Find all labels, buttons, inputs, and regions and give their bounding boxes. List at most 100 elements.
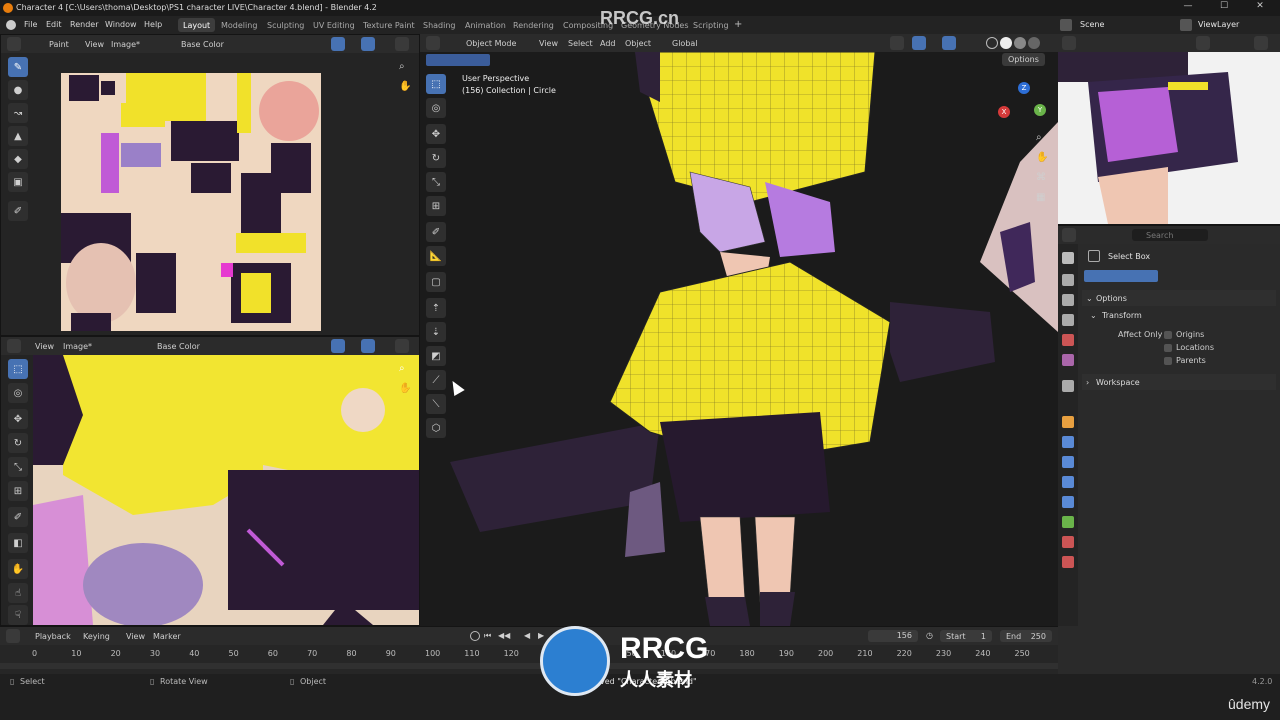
selection-mode-buttons[interactable] xyxy=(1084,270,1158,282)
overlay-icon[interactable] xyxy=(942,36,956,50)
draw-brush-icon[interactable]: ✎ xyxy=(8,57,28,77)
visibility-icon[interactable] xyxy=(890,36,904,50)
jump-start-icon[interactable]: ⏮ xyxy=(484,631,491,641)
bevel-icon[interactable]: ◩ xyxy=(426,346,446,366)
tab-shading[interactable]: Shading xyxy=(418,18,461,32)
mask-brush-icon[interactable]: ▣ xyxy=(8,172,28,192)
texture-tab-icon[interactable] xyxy=(1062,556,1074,568)
menu-view[interactable]: View xyxy=(35,342,54,351)
marker-menu[interactable]: Marker xyxy=(153,632,181,641)
editor-type-icon[interactable] xyxy=(7,37,21,51)
measure-icon[interactable]: 📐 xyxy=(426,246,446,266)
annotate-icon[interactable]: ✐ xyxy=(8,507,28,527)
tab-texture-paint[interactable]: Texture Paint xyxy=(358,18,420,32)
loop-cut-icon[interactable]: ⟋ xyxy=(426,370,446,390)
poly-build-icon[interactable]: ⬡ xyxy=(426,418,446,438)
zoom-icon[interactable]: ⌕ xyxy=(399,363,405,374)
display-channels-icon[interactable] xyxy=(395,339,409,353)
world-tab-icon[interactable] xyxy=(1062,354,1074,366)
add-workspace-button[interactable]: + xyxy=(734,19,742,30)
view-menu[interactable]: View xyxy=(126,632,145,641)
record-icon[interactable] xyxy=(470,631,480,641)
zoom-icon[interactable]: ⌕ xyxy=(1036,132,1042,143)
tab-rendering[interactable]: Rendering xyxy=(508,18,559,32)
grid-view-icon[interactable]: ▦ xyxy=(1036,192,1045,203)
menu-object[interactable]: Object xyxy=(625,39,651,48)
output-tab-icon[interactable] xyxy=(1062,294,1074,306)
minimize-button[interactable]: — xyxy=(1170,1,1206,11)
locations-checkbox[interactable]: Locations xyxy=(1164,343,1214,352)
maximize-button[interactable]: ☐ xyxy=(1206,1,1242,11)
tab-animation[interactable]: Animation xyxy=(460,18,511,32)
tab-scripting[interactable]: Scripting xyxy=(688,18,734,32)
fill-brush-icon[interactable]: ◆ xyxy=(8,149,28,169)
menu-select[interactable]: Select xyxy=(568,39,593,48)
menu-view[interactable]: View xyxy=(539,39,558,48)
editor-type-icon[interactable] xyxy=(1062,36,1076,50)
data-tab-icon[interactable] xyxy=(1062,516,1074,528)
gizmo-icon[interactable] xyxy=(361,339,375,353)
tab-modeling[interactable]: Modeling xyxy=(216,18,262,32)
editor-type-icon[interactable] xyxy=(426,36,440,50)
texture-zoom-preview[interactable] xyxy=(33,355,419,625)
annotate-icon[interactable]: ✐ xyxy=(8,201,28,221)
menu-window[interactable]: Window xyxy=(105,20,137,29)
menu-render[interactable]: Render xyxy=(70,20,98,29)
blender-menu-icon[interactable] xyxy=(6,20,16,30)
parents-checkbox[interactable]: Parents xyxy=(1164,356,1206,365)
start-frame-field[interactable]: Start 1 xyxy=(940,630,992,642)
texture-image-preview[interactable] xyxy=(61,73,321,331)
smear-brush-icon[interactable]: ↝ xyxy=(8,103,28,123)
menu-add[interactable]: Add xyxy=(600,39,616,48)
menu-file[interactable]: File xyxy=(24,20,37,29)
select-tool-icon[interactable]: ⬚ xyxy=(8,359,28,379)
end-frame-field[interactable]: End 250 xyxy=(1000,630,1052,642)
cursor-tool-icon[interactable]: ◎ xyxy=(8,383,28,403)
render-tab-icon[interactable] xyxy=(1062,274,1074,286)
rip-tool-icon[interactable]: ◧ xyxy=(8,533,28,553)
knife-icon[interactable]: ⟍ xyxy=(426,394,446,414)
transform-tool-icon[interactable]: ⊞ xyxy=(426,196,446,216)
visibility-icon[interactable] xyxy=(1196,36,1210,50)
frame-track[interactable] xyxy=(0,663,1058,669)
rendered-shading-icon[interactable] xyxy=(1028,37,1040,49)
viewlayer-name[interactable]: ViewLayer xyxy=(1198,20,1239,29)
move-tool-icon[interactable]: ✥ xyxy=(8,409,28,429)
menu-edit[interactable]: Edit xyxy=(46,20,62,29)
axis-x-icon[interactable]: X xyxy=(998,106,1010,118)
pan-hand-icon[interactable]: ✋ xyxy=(1036,152,1048,163)
character-model[interactable] xyxy=(420,52,1058,626)
axis-z-icon[interactable]: Z xyxy=(1018,82,1030,94)
play-reverse-icon[interactable]: ◀ xyxy=(524,631,530,640)
prev-keyframe-icon[interactable]: ◀◀ xyxy=(498,631,510,640)
tab-sculpting[interactable]: Sculpting xyxy=(262,18,309,32)
scene-tab-icon[interactable] xyxy=(1062,334,1074,346)
orientation-dropdown[interactable]: Global xyxy=(672,39,698,48)
menu-view[interactable]: View xyxy=(85,40,104,49)
axis-y-icon[interactable]: Y xyxy=(1034,104,1046,116)
menu-help[interactable]: Help xyxy=(144,20,162,29)
add-cube-icon[interactable]: ▢ xyxy=(426,272,446,292)
tab-layout[interactable]: Layout xyxy=(178,18,216,32)
particles-tab-icon[interactable] xyxy=(1062,456,1074,468)
origins-checkbox[interactable]: Origins xyxy=(1164,330,1204,339)
pan-hand-icon[interactable]: ✋ xyxy=(399,81,411,92)
gizmo-icon[interactable] xyxy=(912,36,926,50)
editor-type-icon[interactable] xyxy=(1062,228,1076,242)
grab-tool-icon[interactable]: ✋ xyxy=(8,559,28,579)
transform-section[interactable]: ⌄ Transform xyxy=(1086,308,1276,324)
wireframe-shading-icon[interactable] xyxy=(986,37,998,49)
overlay-icon[interactable] xyxy=(331,37,345,51)
object-tab-icon[interactable] xyxy=(1062,416,1074,428)
options-section[interactable]: ⌄ Options xyxy=(1082,290,1276,306)
cursor-tool-icon[interactable]: ◎ xyxy=(426,98,446,118)
clone-brush-icon[interactable]: ▲ xyxy=(8,126,28,146)
play-icon[interactable]: ▶ xyxy=(538,631,544,640)
rotate-tool-icon[interactable]: ↻ xyxy=(426,148,446,168)
physics-tab-icon[interactable] xyxy=(1062,476,1074,488)
keying-menu[interactable]: Keying xyxy=(83,632,110,641)
playback-menu[interactable]: Playback xyxy=(35,632,71,641)
3d-viewport[interactable]: Object Mode View Select Add Object Globa… xyxy=(420,34,1058,626)
constraints-tab-icon[interactable] xyxy=(1062,496,1074,508)
rotate-tool-icon[interactable]: ↻ xyxy=(8,433,28,453)
